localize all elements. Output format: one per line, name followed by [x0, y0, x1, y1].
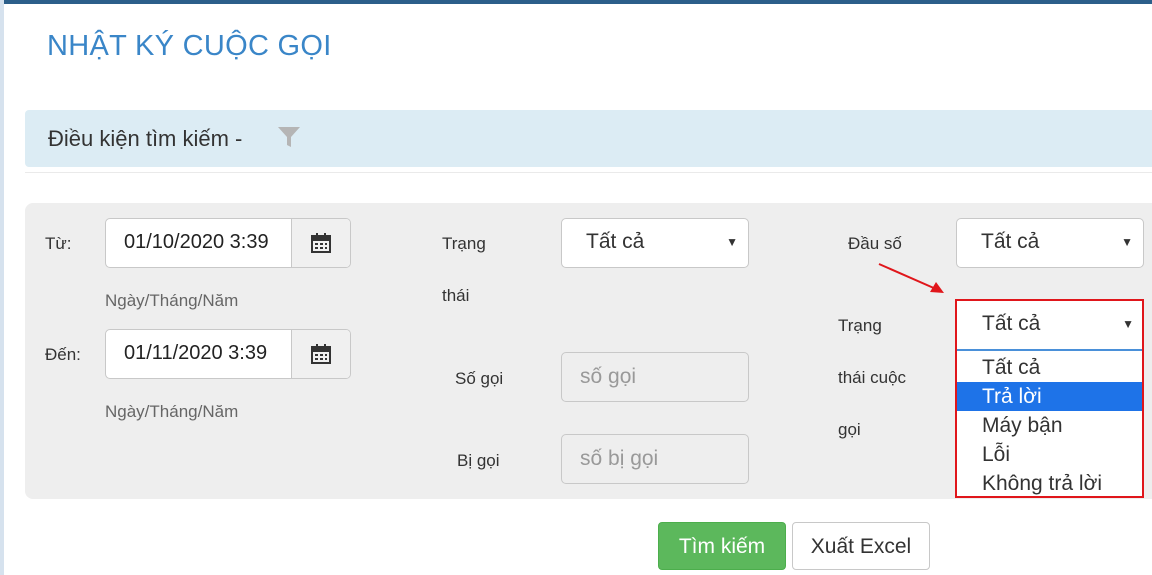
to-label: Đến: — [45, 345, 81, 364]
option-error[interactable]: Lỗi — [957, 440, 1142, 469]
call-status-label-line3: gọi — [838, 420, 861, 439]
filter-header[interactable]: Điều kiện tìm kiếm - — [25, 110, 1152, 167]
top-border — [0, 0, 1152, 4]
left-border — [0, 0, 4, 575]
from-label: Từ: — [45, 234, 72, 253]
calendar-icon — [311, 233, 331, 253]
annotation-arrow — [878, 263, 944, 293]
to-date-help: Ngày/Tháng/Năm — [105, 402, 239, 421]
prefix-select[interactable]: Tất cả ▼ — [956, 218, 1144, 268]
caller-label: Số gọi — [455, 369, 504, 388]
call-status-select-value: Tất cả — [982, 312, 1041, 335]
export-excel-button[interactable]: Xuất Excel — [792, 522, 930, 570]
callee-placeholder: số bị gọi — [580, 447, 659, 470]
from-date-value[interactable]: 01/10/2020 3:39 — [124, 231, 290, 254]
to-date-value[interactable]: 01/11/2020 3:39 — [124, 342, 290, 365]
to-calendar-button[interactable] — [291, 330, 350, 378]
page-title: NHẬT KÝ CUỘC GỌI — [47, 30, 332, 62]
to-date-field[interactable]: 01/11/2020 3:39 — [105, 329, 351, 379]
option-busy[interactable]: Máy bận — [957, 411, 1142, 440]
call-status-dropdown[interactable]: Tất cả ▼ Tất cả Trả lời Máy bận Lỗi Khôn… — [955, 299, 1144, 498]
call-status-options: Tất cả Trả lời Máy bận Lỗi Không trả lời — [957, 353, 1142, 498]
callee-label: Bị gọi — [457, 451, 500, 470]
call-status-select[interactable]: Tất cả ▼ — [957, 301, 1142, 351]
status-label-line2: thái — [442, 286, 470, 305]
from-date-help: Ngày/Tháng/Năm — [105, 291, 239, 310]
prefix-label: Đầu số — [848, 234, 902, 253]
call-status-label-line1: Trạng — [838, 316, 882, 335]
status-label-line1: Trạng — [442, 234, 486, 253]
search-button[interactable]: Tìm kiếm — [658, 522, 786, 570]
status-select[interactable]: Tất cả ▼ — [561, 218, 749, 268]
dropdown-caret-icon: ▼ — [1122, 317, 1134, 331]
calendar-icon — [311, 344, 331, 364]
caller-input[interactable]: số gọi — [561, 352, 749, 402]
filter-funnel-icon — [277, 125, 301, 154]
option-answered[interactable]: Trả lời — [957, 382, 1142, 411]
caller-placeholder: số gọi — [580, 365, 637, 388]
call-status-label-line2: thái cuộc — [838, 368, 907, 387]
prefix-select-value: Tất cả — [981, 230, 1040, 253]
status-select-value: Tất cả — [586, 230, 645, 253]
dropdown-caret-icon: ▼ — [1121, 235, 1133, 249]
filter-header-label: Điều kiện tìm kiếm - — [48, 126, 243, 151]
callee-input[interactable]: số bị gọi — [561, 434, 749, 484]
from-date-field[interactable]: 01/10/2020 3:39 — [105, 218, 351, 268]
dropdown-caret-icon: ▼ — [726, 235, 738, 249]
option-no-answer[interactable]: Không trả lời — [957, 469, 1142, 498]
from-calendar-button[interactable] — [291, 219, 350, 267]
divider — [25, 172, 1152, 173]
option-all[interactable]: Tất cả — [957, 353, 1142, 382]
